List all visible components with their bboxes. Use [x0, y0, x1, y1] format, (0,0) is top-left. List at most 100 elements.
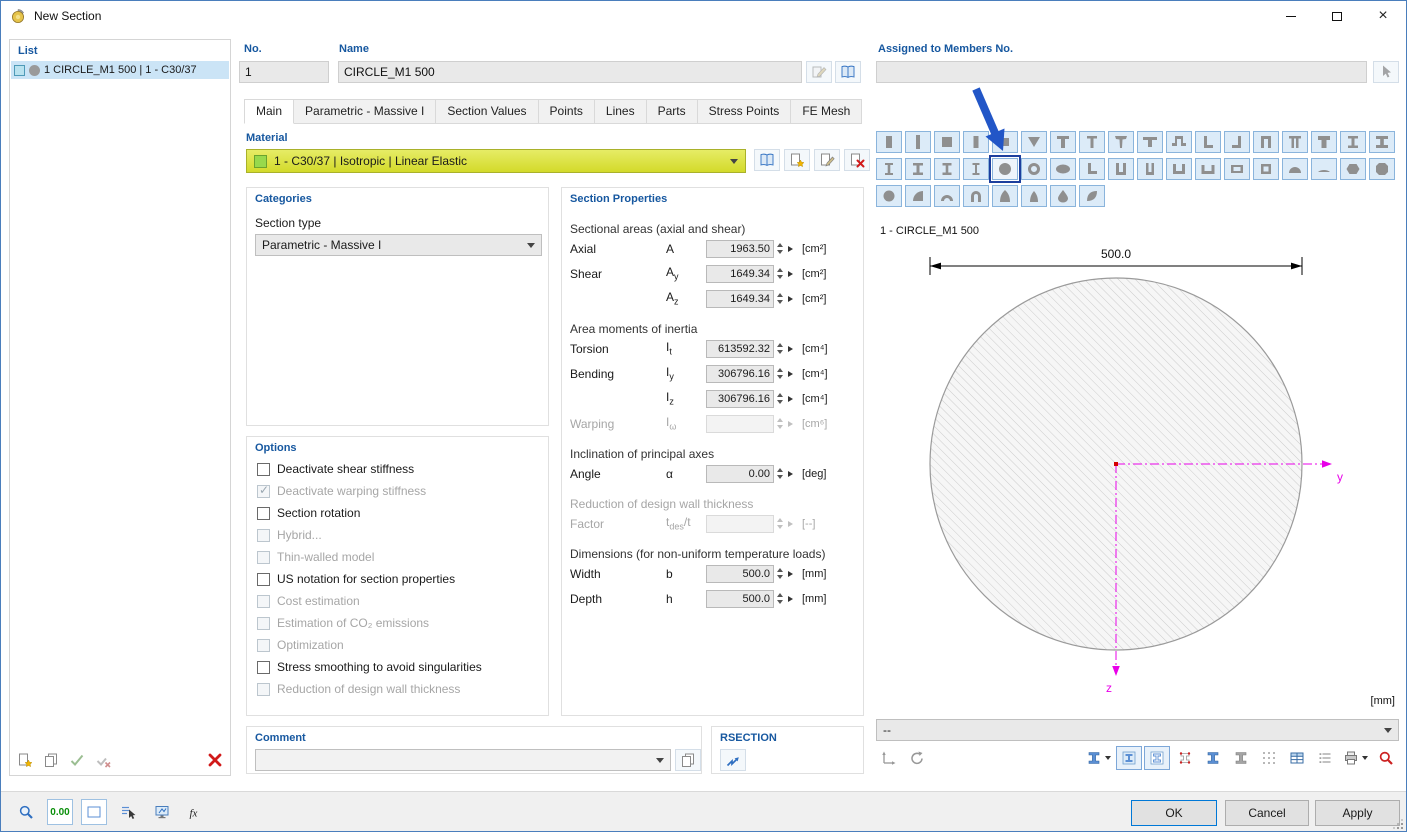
tab-lines[interactable]: Lines — [595, 99, 647, 124]
section-shape-hat[interactable] — [1166, 131, 1192, 153]
tab-stress-points[interactable]: Stress Points — [698, 99, 792, 124]
tab-main[interactable]: Main — [244, 99, 294, 124]
no-input[interactable] — [239, 61, 329, 83]
section-shape-arch[interactable] — [963, 185, 989, 207]
value-detail-button[interactable] — [785, 365, 796, 383]
ok-button[interactable]: OK — [1131, 800, 1217, 826]
apply-button[interactable]: Apply — [1315, 800, 1400, 826]
section-shape-semicircle[interactable] — [1282, 158, 1308, 180]
section-shape-octagon[interactable] — [1369, 158, 1395, 180]
section-type-select[interactable]: Parametric - Massive I — [255, 234, 542, 256]
section-shape-arc-segment[interactable] — [934, 185, 960, 207]
checkbox-deactivate-shear-stiffness[interactable] — [257, 463, 270, 476]
decimals-button[interactable]: 0.00 — [47, 799, 73, 825]
property-value-input[interactable]: 1649.34 — [706, 265, 774, 283]
section-shape-angle-right[interactable] — [1224, 131, 1250, 153]
section-shape-rect-narrow[interactable] — [963, 131, 989, 153]
property-value-input[interactable]: 500.0 — [706, 590, 774, 608]
value-spinner[interactable] — [774, 390, 785, 408]
edit-material-button[interactable] — [814, 149, 840, 171]
property-value-input[interactable]: 1963.50 — [706, 240, 774, 258]
value-spinner[interactable] — [774, 290, 785, 308]
titlebar[interactable]: New Section × — [1, 1, 1406, 31]
section-shape-rect-solid[interactable] — [876, 131, 902, 153]
section-shape-square-solid[interactable] — [934, 131, 960, 153]
new-section-button[interactable] — [14, 749, 36, 771]
close-button[interactable]: × — [1360, 1, 1406, 31]
section-shape-tee-wide[interactable] — [1137, 131, 1163, 153]
copy-section-button[interactable] — [40, 749, 62, 771]
section-shape-drop[interactable] — [1050, 185, 1076, 207]
delete-section-button[interactable] — [204, 749, 226, 771]
preview-dropdown[interactable]: -- — [876, 719, 1399, 741]
section-shape-i-section-wide[interactable] — [1369, 131, 1395, 153]
property-value-input[interactable]: 306796.16 — [706, 390, 774, 408]
select-members-button[interactable] — [115, 799, 141, 825]
section-shape-segment[interactable] — [1311, 158, 1337, 180]
value-detail-button[interactable] — [785, 390, 796, 408]
property-value-input[interactable]: 613592.32 — [706, 340, 774, 358]
section-shape-hexagon[interactable] — [1340, 158, 1366, 180]
value-detail-button[interactable] — [785, 240, 796, 258]
value-detail-button[interactable] — [785, 590, 796, 608]
assigned-members-input[interactable] — [876, 61, 1367, 83]
section-shape-ellipse-solid[interactable] — [1050, 158, 1076, 180]
stress-points-button[interactable] — [1172, 746, 1198, 770]
section-shape-quarter-circle[interactable] — [905, 185, 931, 207]
new-material-button[interactable] — [784, 149, 810, 171]
section-shape-tee-tapered[interactable] — [1108, 131, 1134, 153]
cancel-button[interactable]: Cancel — [1225, 800, 1309, 826]
section-shape-channel-up[interactable] — [1108, 158, 1134, 180]
section-shape-triangle-down[interactable] — [1021, 131, 1047, 153]
delete-material-button[interactable] — [844, 149, 870, 171]
value-detail-button[interactable] — [785, 265, 796, 283]
copy-comment-button[interactable] — [675, 749, 701, 771]
section-shape-i-medium[interactable] — [934, 158, 960, 180]
value-spinner[interactable] — [774, 365, 785, 383]
name-input[interactable] — [338, 61, 802, 83]
section-shape-channel-down[interactable] — [1253, 131, 1279, 153]
function-button[interactable]: fx — [183, 799, 209, 825]
section-shape-tee-narrow[interactable] — [1079, 131, 1105, 153]
section-shape-circle-solid[interactable] — [992, 158, 1018, 180]
section-shape-channel-u-wide[interactable] — [1195, 158, 1221, 180]
section-shape-angle-round[interactable] — [1079, 158, 1105, 180]
section-shape-tube-square[interactable] — [1253, 158, 1279, 180]
minimize-button[interactable] — [1268, 1, 1314, 31]
value-spinner[interactable] — [774, 240, 785, 258]
search-red-button[interactable] — [1373, 746, 1399, 770]
section-shape-pointed-arch-narrow[interactable] — [1021, 185, 1047, 207]
section-shape-i-tapered[interactable] — [905, 158, 931, 180]
property-value-input[interactable]: 0.00 — [706, 465, 774, 483]
value-detail-button[interactable] — [785, 290, 796, 308]
list-item[interactable]: 1 CIRCLE_M1 500 | 1 - C30/37 — [11, 61, 229, 79]
value-spinner[interactable] — [774, 265, 785, 283]
section-shape-tee[interactable] — [1050, 131, 1076, 153]
value-spinner[interactable] — [774, 340, 785, 358]
checkbox-stress-smoothing-to-avoid-singularities[interactable] — [257, 661, 270, 674]
color-swatch-button[interactable] — [81, 799, 107, 825]
table-button[interactable] — [1284, 746, 1310, 770]
section-shape-circle-small[interactable] — [876, 185, 902, 207]
value-detail-button[interactable] — [785, 565, 796, 583]
tab-section-values[interactable]: Section Values — [436, 99, 538, 124]
find-section-button[interactable] — [13, 799, 39, 825]
tab-fe-mesh[interactable]: FE Mesh — [791, 99, 862, 124]
maximize-button[interactable] — [1314, 1, 1360, 31]
solid-view-button[interactable] — [1116, 746, 1142, 770]
section-shape-leaf[interactable] — [1079, 185, 1105, 207]
tab-points[interactable]: Points — [539, 99, 595, 124]
value-detail-button[interactable] — [785, 340, 796, 358]
property-value-input[interactable]: 306796.16 — [706, 365, 774, 383]
comment-select[interactable] — [255, 749, 671, 771]
property-value-input[interactable]: 500.0 — [706, 565, 774, 583]
checkbox-us-notation-for-section-properties[interactable] — [257, 573, 270, 586]
section-shape-channel-u[interactable] — [1166, 158, 1192, 180]
section-shape-tube-rect[interactable] — [1224, 158, 1250, 180]
property-value-input[interactable]: 1649.34 — [706, 290, 774, 308]
tab-parametric-massive-i[interactable]: Parametric - Massive I — [294, 99, 436, 124]
section-shape-square-small[interactable] — [992, 131, 1018, 153]
tab-parts[interactable]: Parts — [647, 99, 698, 124]
section-shape-tee-heavy[interactable] — [1311, 131, 1337, 153]
beam-blue-button[interactable] — [1200, 746, 1226, 770]
